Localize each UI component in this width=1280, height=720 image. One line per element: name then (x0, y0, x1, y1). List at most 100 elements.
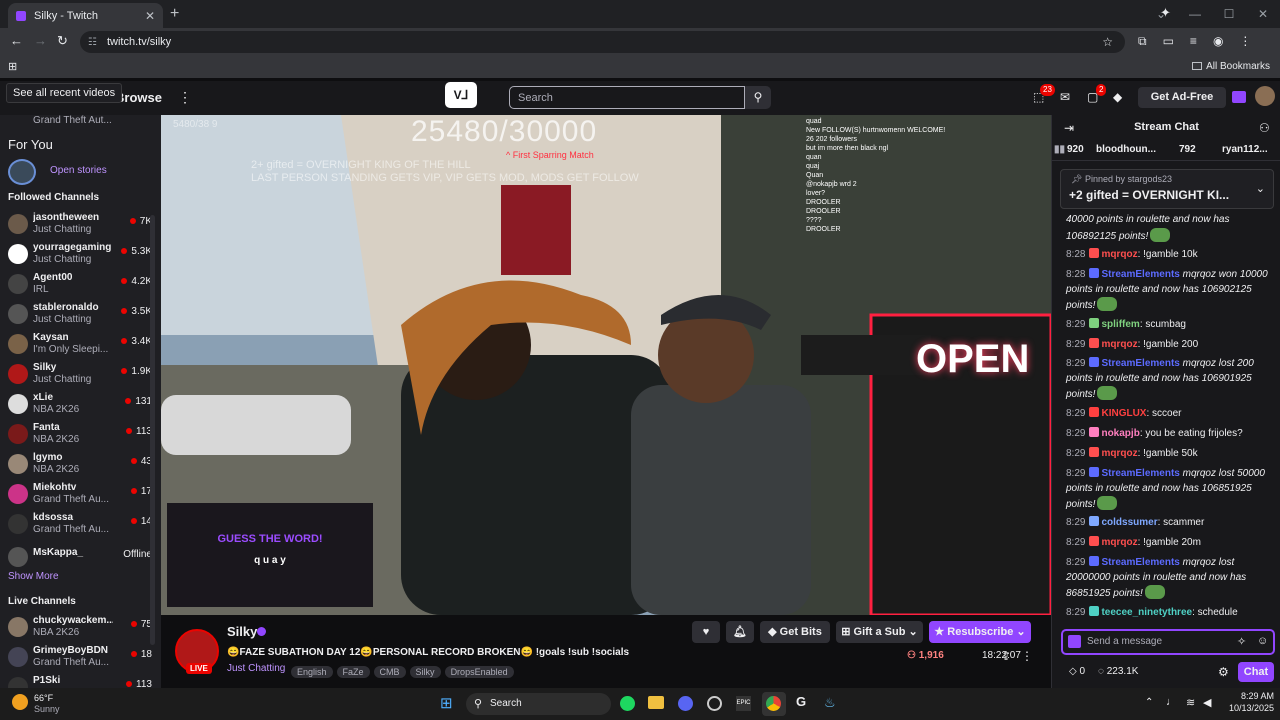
minimize-button[interactable]: — (1178, 0, 1212, 28)
chat-username[interactable]: KINGLUX (1101, 408, 1146, 419)
stories-avatar[interactable] (8, 159, 36, 185)
chat-input[interactable]: Send a message ✧ ☺ (1061, 629, 1275, 655)
clock-date[interactable]: 10/13/2025 (1222, 703, 1274, 713)
reading-list-icon[interactable]: ≡ (1190, 34, 1197, 49)
discord-icon[interactable] (678, 696, 693, 711)
omnibox[interactable]: ☷ twitch.tv/silky ☆ (80, 31, 1125, 53)
sidebar-item-channel[interactable]: lgymo NBA 2K26 43 (8, 452, 156, 480)
chat-settings-icon[interactable]: ⚙ (1218, 665, 1229, 679)
apps-grid-icon[interactable]: ⊞ (8, 60, 17, 73)
stream-tag[interactable]: DropsEnabled (444, 666, 514, 678)
taskbar-search[interactable]: ⚲ Search (466, 693, 611, 715)
tray-chevron-icon[interactable]: ⌃ (1145, 697, 1153, 708)
search-icon[interactable]: ⚲ (745, 86, 771, 109)
twitch-logo-icon[interactable]: V⅃ (445, 82, 477, 108)
pinned-message[interactable]: 📌︎ Pinned by stargods23 +2 gifted = OVER… (1060, 169, 1274, 209)
chat-username[interactable]: StreamElements (1101, 269, 1179, 280)
emote-icon[interactable]: ☺ (1257, 635, 1268, 647)
sidebar-item-channel[interactable]: P1Ski 113 (8, 675, 156, 688)
follow-heart-button[interactable]: ♥ (692, 621, 720, 643)
stream-tag[interactable]: Silky (409, 666, 441, 678)
chat-username[interactable]: teecee_ninetythree (1101, 607, 1192, 618)
chat-username[interactable]: StreamElements (1101, 468, 1179, 479)
sidebar-item-channel[interactable]: GrimeyBoyBDN Grand Theft Au... 18 (8, 645, 156, 673)
cast-icon[interactable]: ▭ (1163, 34, 1174, 49)
extensions-icon[interactable]: ⧉ (1138, 34, 1147, 49)
new-tab-button[interactable]: + (170, 5, 179, 23)
stream-tag[interactable]: FaZe (336, 666, 370, 678)
app-icon[interactable] (707, 696, 722, 711)
profile-icon[interactable]: ◉ (1213, 34, 1223, 49)
open-stories-link[interactable]: Open stories (50, 165, 107, 176)
more-options-icon[interactable]: ⋮ (1021, 649, 1033, 663)
site-info-icon[interactable]: ☷ (88, 37, 97, 48)
browser-tab[interactable]: Silky - Twitch ✕ (8, 3, 163, 28)
maximize-button[interactable]: ☐ (1212, 0, 1246, 28)
whispers-icon[interactable]: ✉ (1060, 90, 1070, 104)
sidebar-item-channel[interactable]: xLie NBA 2K26 131 (8, 392, 156, 420)
sidebar-scrollbar[interactable] (150, 215, 155, 645)
chat-username[interactable]: mqrqoz (1101, 339, 1137, 350)
spotify-icon[interactable] (620, 696, 635, 711)
video-player[interactable]: 25480/30000 ^ First Sparring Match 2+ gi… (161, 115, 1051, 615)
file-explorer-icon[interactable] (648, 696, 664, 709)
more-menu-icon[interactable]: ⋮ (178, 89, 192, 106)
g-app-icon[interactable]: G (796, 694, 806, 709)
streamer-name[interactable]: Silky (227, 624, 257, 639)
bookmark-star-icon[interactable]: ☆ (1102, 35, 1113, 49)
close-window-button[interactable]: ✕ (1246, 0, 1280, 28)
sidebar-item-channel[interactable]: Silky Just Chatting 1.9K (8, 362, 156, 390)
get-bits-button[interactable]: ◆ Get Bits (760, 621, 830, 643)
sidebar-item-channel[interactable]: jasontheween Just Chatting 7K (8, 212, 156, 240)
stream-category[interactable]: Just Chatting (227, 663, 285, 674)
tab-search-icon[interactable]: ⌄ (1144, 0, 1178, 28)
leaderboard-name-1[interactable]: bloodhoun... (1096, 144, 1156, 155)
chat-send-button[interactable]: Chat (1238, 662, 1274, 682)
get-ad-free-button[interactable]: Get Ad-Free (1138, 87, 1226, 108)
prime-icon[interactable] (1232, 91, 1246, 103)
users-list-icon[interactable]: ⚇ (1259, 121, 1270, 135)
windows-start-icon[interactable]: ⊞ (440, 694, 453, 712)
chat-username[interactable]: StreamElements (1101, 358, 1179, 369)
microphone-icon[interactable]: ♩ (1166, 696, 1177, 708)
chat-username[interactable]: nokapjb (1101, 428, 1139, 439)
gift-sub-button[interactable]: ⊞ Gift a Sub ⌄ (836, 621, 923, 643)
crown-icon[interactable]: ◆ (1113, 90, 1122, 104)
sidebar-item-channel[interactable]: Kaysan I'm Only Sleepi... 3.4K (8, 332, 156, 360)
chat-username[interactable]: spliffem (1101, 319, 1139, 330)
bits-balance[interactable]: ◇ 0 (1069, 666, 1085, 677)
sidebar-item-channel[interactable]: chuckywackem... NBA 2K26 75 (8, 615, 156, 643)
wifi-icon[interactable]: ≋ (1186, 696, 1195, 709)
chat-username[interactable]: coldssumer (1101, 517, 1157, 528)
sidebar-item-channel[interactable]: yourragegaming Just Chatting 5.3K (8, 242, 156, 270)
clock-time[interactable]: 8:29 AM (1222, 691, 1274, 701)
expand-pinned-icon[interactable]: ⌄ (1256, 182, 1265, 195)
show-more-link[interactable]: Show More (8, 571, 59, 582)
leaderboard-name-2[interactable]: ryan112... (1222, 144, 1268, 155)
bits-cheer-icon[interactable]: ✧ (1237, 635, 1246, 648)
channel-points-badge-icon[interactable] (1068, 635, 1081, 648)
chrome-icon[interactable] (766, 696, 781, 711)
all-bookmarks-button[interactable]: All Bookmarks (1192, 61, 1270, 72)
weather-temp[interactable]: 66°F (34, 693, 53, 703)
sidebar-item-channel[interactable]: Agent00 IRL 4.2K (8, 272, 156, 300)
chat-username[interactable]: StreamElements (1101, 557, 1179, 568)
search-input[interactable]: Search (509, 86, 745, 109)
forward-icon[interactable]: → (34, 33, 47, 48)
sidebar-item-channel[interactable]: kdsossa Grand Theft Au... 14 (8, 512, 156, 540)
sidebar-item-channel[interactable]: Miekohtv Grand Theft Au... 17 (8, 482, 156, 510)
volume-icon[interactable]: ◀︎ (1203, 696, 1211, 709)
sidebar-item-offline[interactable]: MsKappa_ Offline (8, 545, 156, 573)
steam-icon[interactable]: ♨ (824, 695, 836, 711)
sidebar-item-channel[interactable]: stableronaldo Just Chatting 3.5K (8, 302, 156, 330)
browse-link[interactable]: Browse (115, 90, 162, 105)
share-icon[interactable]: ⇪ (1001, 649, 1011, 663)
chat-username[interactable]: mqrqoz (1101, 537, 1137, 548)
back-icon[interactable]: ← (10, 33, 23, 48)
reload-icon[interactable]: ↻ (57, 33, 68, 49)
sidebar-item-channel[interactable]: Fanta NBA 2K26 113 (8, 422, 156, 450)
close-tab-icon[interactable]: ✕ (145, 9, 155, 23)
channel-points[interactable]: ◌ 223.1K (1098, 666, 1138, 677)
menu-icon[interactable]: ⋮ (1239, 34, 1251, 49)
stream-tag[interactable]: CMB (373, 666, 406, 678)
